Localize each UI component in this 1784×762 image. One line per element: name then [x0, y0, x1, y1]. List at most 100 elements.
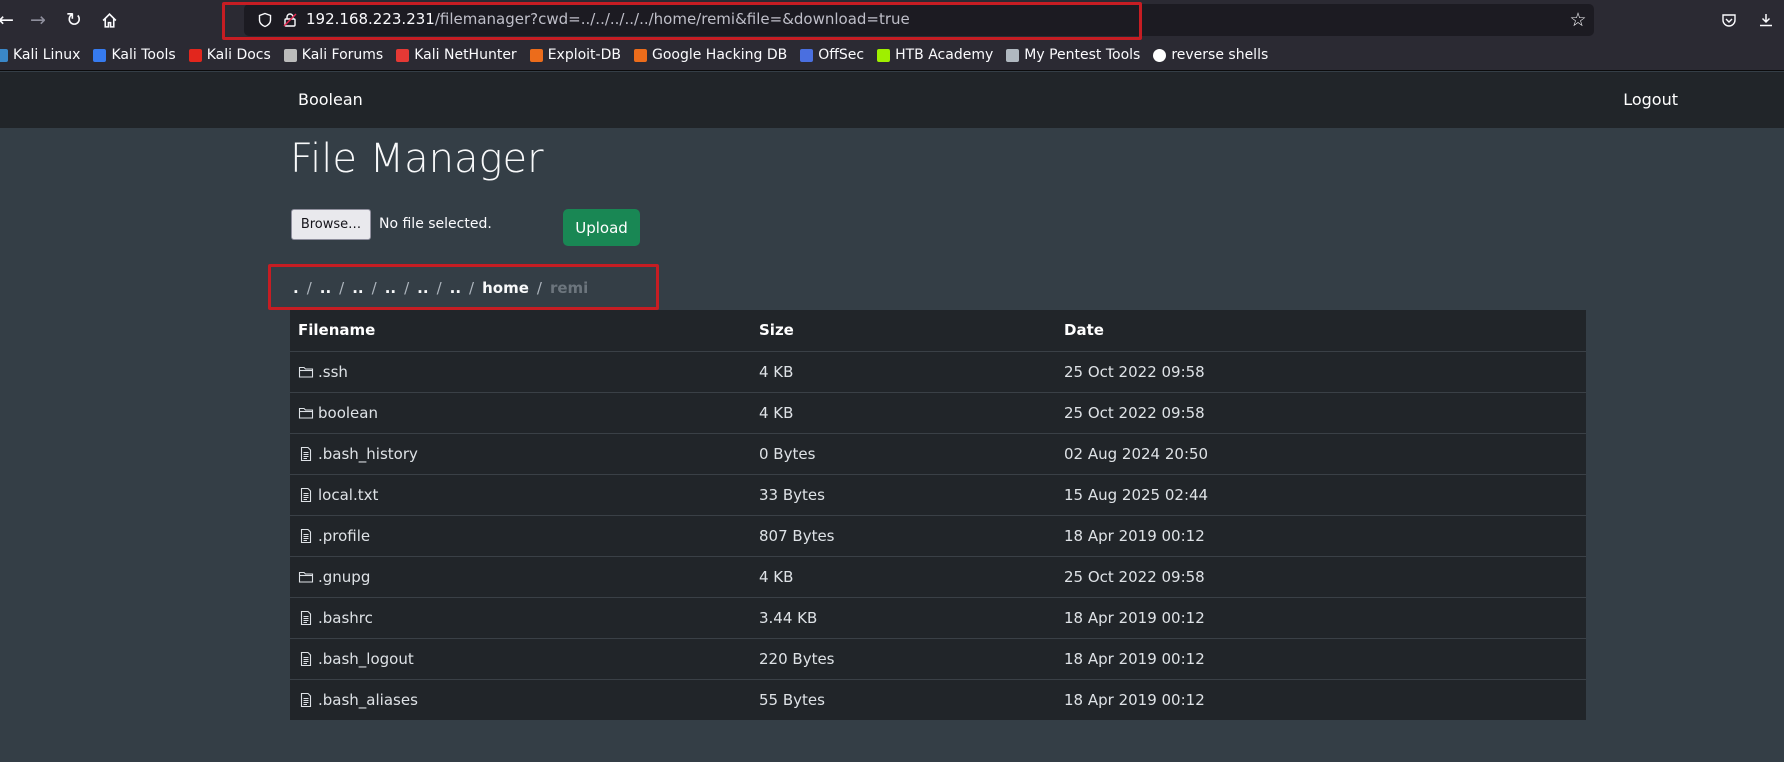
size-cell: 55 Bytes — [759, 690, 825, 709]
kali-tools-icon — [93, 48, 107, 62]
breadcrumb-separator: / — [436, 279, 442, 297]
file-icon — [298, 446, 314, 462]
github-icon — [1153, 48, 1167, 62]
bookmarks-bar: Kali Linux Kali Tools Kali Docs Kali Forums… — [0, 40, 1784, 71]
bookmark-label: Kali Docs — [206, 47, 271, 63]
bookmark-item[interactable]: OffSec — [800, 47, 864, 63]
bookmark-item[interactable]: My Pentest Tools — [1006, 47, 1140, 63]
filename-text: .ssh — [318, 362, 348, 381]
date-cell: 02 Aug 2024 20:50 — [1056, 433, 1586, 475]
bookmark-label: My Pentest Tools — [1024, 47, 1141, 63]
file-link[interactable]: local.txt — [298, 486, 751, 504]
logout-link[interactable]: Logout — [1623, 90, 1678, 109]
date-cell: 18 Apr 2019 00:12 — [1056, 515, 1586, 557]
filename-text: .profile — [318, 526, 371, 545]
breadcrumb-current: remi — [549, 279, 589, 297]
folder-icon — [298, 405, 314, 421]
date-cell: 15 Aug 2025 02:44 — [1056, 474, 1586, 516]
bookmark-label: OffSec — [818, 47, 865, 63]
site-navbar: Boolean Logout — [0, 72, 1784, 128]
date-cell: 18 Apr 2019 00:12 — [1064, 690, 1205, 709]
breadcrumb-item[interactable]: .. — [385, 279, 396, 297]
file-link[interactable]: .profile — [298, 527, 751, 545]
header-size: Size — [751, 310, 1056, 352]
breadcrumb-item[interactable]: .. — [450, 279, 461, 297]
date-cell: 18 Apr 2019 00:12 — [1056, 597, 1586, 639]
header-date: Date — [1056, 310, 1586, 352]
nethunter-icon — [396, 48, 410, 62]
file-icon — [298, 610, 314, 626]
folder-link[interactable]: .ssh — [298, 363, 751, 381]
shield-icon[interactable] — [251, 6, 279, 34]
filename-cell: .bash_logout — [290, 638, 751, 680]
breadcrumb-separator: / — [306, 279, 312, 297]
back-arrow-icon[interactable]: ← — [0, 6, 20, 34]
filename-text: .gnupg — [318, 567, 371, 586]
breadcrumb-item[interactable]: home — [482, 279, 529, 297]
folder-link[interactable]: boolean — [298, 404, 751, 422]
bookmark-item[interactable]: Kali Linux — [0, 47, 80, 63]
table-row: boolean 4 KB 25 Oct 2022 09:58 — [290, 392, 1586, 434]
file-link[interactable]: .bash_logout — [298, 650, 751, 668]
table-row: .ssh 4 KB 25 Oct 2022 09:58 — [290, 351, 1586, 393]
bookmark-item[interactable]: HTB Academy — [877, 47, 993, 63]
reload-icon[interactable]: ↻ — [60, 6, 88, 34]
url-host: 192.168.223.231 — [306, 10, 435, 28]
folder-icon — [298, 364, 314, 380]
table-row: .bash_aliases 55 Bytes 18 Apr 2019 00:12 — [290, 679, 1586, 720]
folder-link[interactable]: .gnupg — [298, 568, 751, 586]
filename-cell: .gnupg — [290, 556, 751, 598]
file-rows: .ssh 4 KB 25 Oct 2022 09:58 boolean 4 KB 25 O… — [290, 351, 1586, 720]
url-text[interactable]: 192.168.223.231/filemanager?cwd=../../..… — [306, 10, 910, 28]
bookmark-label: reverse shells — [1171, 47, 1269, 63]
url-bar[interactable]: 192.168.223.231/filemanager?cwd=../../..… — [244, 4, 1594, 36]
header-filename: Filename — [290, 310, 751, 352]
bookmark-item[interactable]: Exploit-DB — [529, 47, 621, 63]
file-link[interactable]: .bashrc — [298, 609, 751, 627]
file-link[interactable]: .bash_aliases — [298, 691, 751, 709]
filename-cell: boolean — [290, 392, 751, 434]
downloads-icon[interactable] — [1752, 6, 1780, 34]
home-icon[interactable] — [95, 6, 123, 34]
size-cell: 220 Bytes — [751, 638, 1056, 680]
bookmark-item[interactable]: Kali Docs — [188, 47, 271, 63]
breadcrumb-item[interactable]: .. — [320, 279, 331, 297]
breadcrumb-separator: / — [404, 279, 410, 297]
breadcrumb-item[interactable]: .. — [352, 279, 363, 297]
browser-toolbar: ← → ↻ 192.168.223.231/filemanager?cwd=..… — [0, 0, 1784, 40]
bookmark-item[interactable]: Google Hacking DB — [633, 47, 788, 63]
bookmark-item[interactable]: Kali NetHunter — [396, 47, 517, 63]
file-link[interactable]: .bash_history — [298, 445, 751, 463]
table-row: .gnupg 4 KB 25 Oct 2022 09:58 — [290, 556, 1586, 598]
brand-link[interactable]: Boolean — [298, 90, 363, 109]
bookmark-label: Google Hacking DB — [651, 47, 788, 63]
htb-academy-icon — [877, 48, 891, 62]
forward-arrow-icon[interactable]: → — [24, 6, 52, 34]
url-path: /filemanager?cwd=../../../../../home/rem… — [434, 10, 910, 28]
filename-cell: .bash_aliases — [290, 679, 751, 720]
file-icon — [298, 651, 314, 667]
size-cell: 807 Bytes — [751, 515, 1056, 557]
bookmark-star-icon[interactable]: ☆ — [1564, 6, 1592, 34]
browse-button[interactable]: Browse… — [291, 209, 371, 240]
bookmark-item[interactable]: Kali Tools — [93, 47, 176, 63]
bookmark-item[interactable]: Kali Forums — [283, 47, 383, 63]
file-status-label: No file selected. — [379, 216, 492, 232]
insecure-lock-icon[interactable] — [276, 6, 304, 34]
pocket-icon[interactable] — [1715, 6, 1743, 34]
date-cell: 18 Apr 2019 00:12 — [1056, 638, 1586, 680]
file-table: Filename Size Date .ssh 4 KB 25 Oct 2022 0… — [290, 310, 1586, 720]
upload-button[interactable]: Upload — [563, 209, 640, 246]
size-cell: 4 KB — [751, 392, 1056, 434]
date-cell: 25 Oct 2022 09:58 — [1056, 556, 1586, 598]
bookmark-item[interactable]: reverse shells — [1153, 47, 1268, 63]
size-cell: 33 Bytes — [751, 474, 1056, 516]
filename-text: local.txt — [318, 485, 379, 504]
file-icon — [298, 528, 314, 544]
filename-text: .bashrc — [318, 608, 373, 627]
breadcrumb-item[interactable]: .. — [417, 279, 428, 297]
breadcrumb-item[interactable]: . — [293, 279, 299, 297]
kali-forums-icon — [283, 48, 297, 62]
folder-icon — [298, 569, 314, 585]
table-row: local.txt 33 Bytes 15 Aug 2025 02:44 — [290, 474, 1586, 516]
